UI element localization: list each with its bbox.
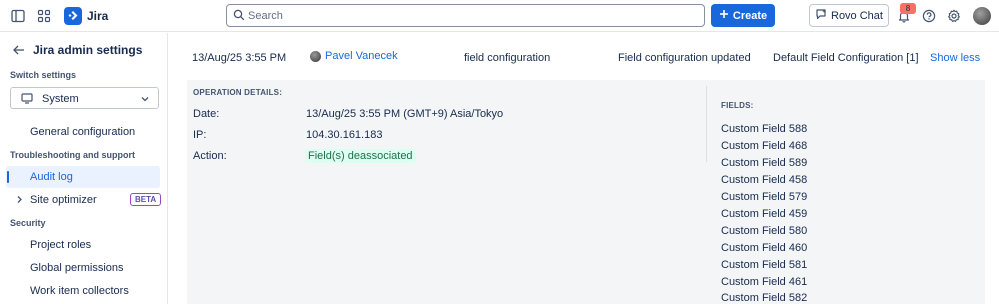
app-switcher-icon[interactable] <box>36 8 52 24</box>
sidebar-item-label: Project roles <box>30 239 92 251</box>
search-icon <box>233 9 245 24</box>
field-item: Custom Field 580 <box>721 225 808 237</box>
troubleshooting-section-heading: Troubleshooting and support <box>10 150 135 160</box>
action-label: Action: <box>193 150 227 162</box>
security-section-heading: Security <box>10 218 46 228</box>
ip-label: IP: <box>193 129 207 141</box>
sidebar-item-audit-log[interactable]: Audit log <box>6 166 160 188</box>
show-less-link[interactable]: Show less <box>930 52 980 64</box>
sidebar-item-project-roles[interactable]: Project roles <box>6 234 160 256</box>
sidebar-item-label: Audit log <box>30 171 73 183</box>
back-arrow-icon[interactable] <box>12 43 26 57</box>
sidebar-item-global-permissions[interactable]: Global permissions <box>6 257 160 279</box>
field-item: Custom Field 459 <box>721 208 808 220</box>
author-avatar <box>310 50 321 62</box>
jira-logo-icon[interactable] <box>64 7 82 25</box>
chevron-down-icon <box>140 94 150 107</box>
admin-sidebar: Jira admin settings Switch settings Syst… <box>0 33 168 304</box>
beta-badge: BETA <box>130 193 162 206</box>
field-item: Custom Field 588 <box>721 123 808 135</box>
sidebar-item-label: Work item collectors <box>30 285 129 297</box>
plus-icon <box>719 9 729 22</box>
sidebar-item-label: Global permissions <box>30 262 124 274</box>
settings-switcher-value: System <box>42 93 79 105</box>
chevron-right-icon <box>15 195 24 207</box>
log-category: field configuration <box>464 52 551 64</box>
log-date: 13/Aug/25 3:55 PM <box>192 52 287 64</box>
search-input[interactable]: Search <box>226 4 705 27</box>
create-button[interactable]: Create <box>711 4 775 27</box>
field-item: Custom Field 582 <box>721 292 808 304</box>
sidebar-item-site-optimizer[interactable]: Site optimizer BETA <box>6 189 162 211</box>
app-name[interactable]: Jira <box>87 9 108 23</box>
sidebar-title: Jira admin settings <box>33 43 143 57</box>
log-object: Default Field Configuration [1] <box>773 52 919 64</box>
operation-details-panel: OPERATION DETAILS: Date: 13/Aug/25 3:55 … <box>187 80 985 304</box>
fields-list: FIELDS: Custom Field 588 Custom Field 46… <box>721 80 981 304</box>
monitor-icon <box>21 93 33 107</box>
audit-log-main: 13/Aug/25 3:55 PM Pavel Vanecek field co… <box>169 33 999 304</box>
sidebar-item-work-item-collectors[interactable]: Work item collectors <box>6 280 160 302</box>
notification-badge: 8 <box>900 3 916 14</box>
log-author[interactable]: Pavel Vanecek <box>310 50 398 62</box>
vertical-divider <box>706 86 707 162</box>
sidebar-item-label: Site optimizer <box>30 194 97 206</box>
rovo-chat-icon <box>815 8 827 23</box>
sidebar-toggle-icon[interactable] <box>10 8 26 24</box>
field-item: Custom Field 579 <box>721 191 808 203</box>
user-avatar[interactable] <box>973 7 991 25</box>
author-name-link[interactable]: Pavel Vanecek <box>325 50 398 62</box>
field-item: Custom Field 581 <box>721 259 808 271</box>
field-item: Custom Field 458 <box>721 174 808 186</box>
field-item: Custom Field 468 <box>721 140 808 152</box>
top-navigation: Jira Search Create Rovo Chat 8 <box>0 0 999 32</box>
action-value-lozenge: Field(s) deassociated <box>305 149 416 163</box>
help-icon[interactable] <box>921 8 937 24</box>
field-item: Custom Field 461 <box>721 276 808 288</box>
field-item: Custom Field 589 <box>721 157 808 169</box>
field-item: Custom Field 460 <box>721 242 808 254</box>
sidebar-item-general-configuration[interactable]: General configuration <box>6 121 160 143</box>
date-value: 13/Aug/25 3:55 PM (GMT+9) Asia/Tokyo <box>306 108 504 120</box>
rovo-chat-button[interactable]: Rovo Chat <box>809 4 889 27</box>
gear-icon[interactable] <box>946 8 962 24</box>
operation-details: OPERATION DETAILS: Date: 13/Aug/25 3:55 … <box>187 80 707 304</box>
create-label: Create <box>732 9 768 22</box>
search-placeholder: Search <box>248 10 283 22</box>
ip-value: 104.30.161.183 <box>306 129 383 141</box>
date-label: Date: <box>193 108 220 120</box>
rovo-chat-label: Rovo Chat <box>831 9 883 22</box>
audit-log-row: 13/Aug/25 3:55 PM Pavel Vanecek field co… <box>169 33 999 80</box>
fields-heading: FIELDS: <box>721 101 754 110</box>
sidebar-item-label: General configuration <box>30 126 136 138</box>
operation-details-heading: OPERATION DETAILS: <box>193 88 283 97</box>
switch-settings-heading: Switch settings <box>10 70 77 80</box>
log-summary: Field configuration updated <box>618 52 751 64</box>
settings-switcher-select[interactable]: System <box>10 87 159 109</box>
